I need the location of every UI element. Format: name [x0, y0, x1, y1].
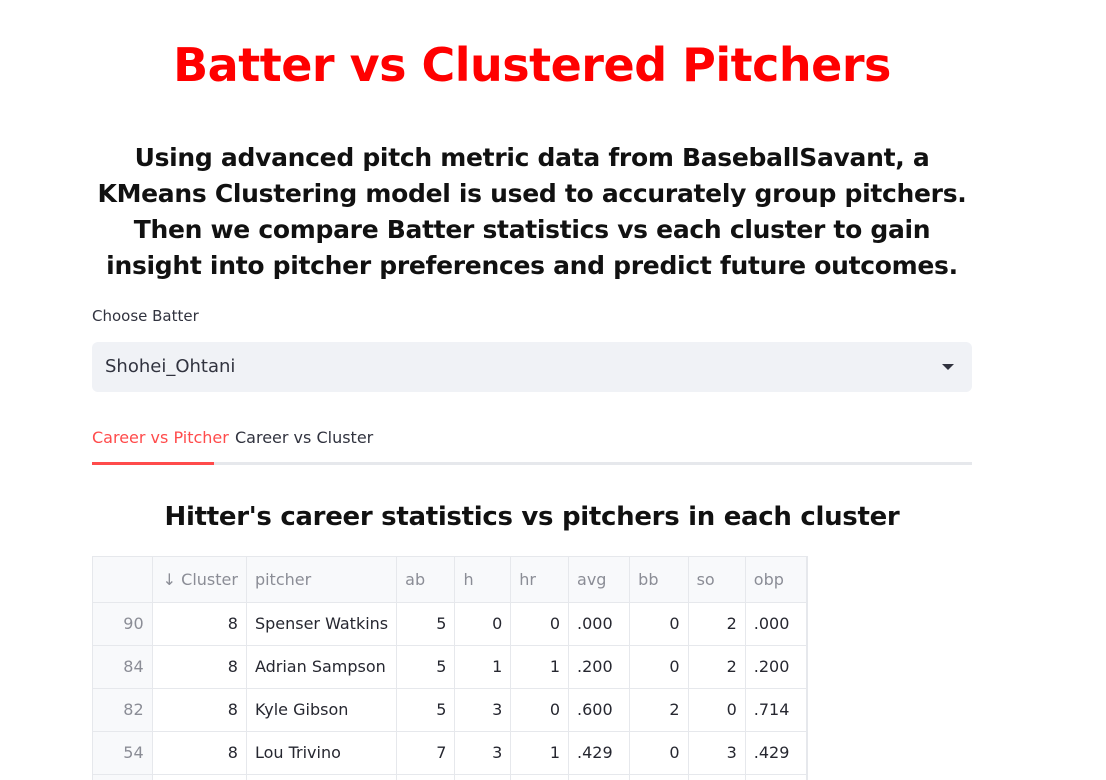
cell-avg[interactable]: .200 — [568, 645, 631, 689]
stats-table: ↓ Cluster pitcher ab h hr avg bb so obp … — [93, 557, 807, 780]
cell-so[interactable] — [688, 774, 746, 780]
cell-obp[interactable]: .714 — [745, 688, 807, 732]
cell-index[interactable]: 54 — [93, 731, 153, 775]
app-page: Batter vs Clustered Pitchers Using advan… — [0, 0, 1106, 780]
table-row: 90 8 Spenser Watkins 5 0 0.000 0 2.000 — [93, 602, 807, 646]
cell-pitcher[interactable]: Spenser Watkins — [246, 602, 398, 646]
tab-career-vs-pitcher[interactable]: Career vs Pitcher — [92, 428, 229, 461]
cell-so[interactable]: 2 — [688, 602, 746, 646]
cell-bb[interactable] — [629, 774, 689, 780]
cell-so[interactable]: 0 — [688, 688, 746, 732]
column-header-cluster[interactable]: ↓ Cluster — [152, 557, 247, 603]
tab-bar: Career vs Pitcher Career vs Cluster — [92, 420, 972, 465]
caret-down-icon — [942, 364, 954, 370]
cell-hr[interactable]: 1 — [510, 731, 570, 775]
cell-avg[interactable]: .000 — [568, 602, 631, 646]
cell-h[interactable]: 3 — [454, 688, 512, 732]
column-header-h[interactable]: h — [454, 557, 512, 603]
cell-obp[interactable]: .200 — [745, 645, 807, 689]
active-tab-indicator — [92, 462, 214, 465]
cell-obp[interactable]: .000 — [745, 602, 807, 646]
cell-pitcher[interactable]: Adrian Sampson — [246, 645, 398, 689]
cell-ab[interactable] — [396, 774, 456, 780]
batter-select-value: Shohei_Ohtani — [105, 356, 236, 377]
batter-select-label: Choose Batter — [92, 307, 199, 325]
tab-career-vs-cluster[interactable]: Career vs Cluster — [235, 428, 373, 461]
cell-so[interactable]: 2 — [688, 645, 746, 689]
table-row: 84 8 Adrian Sampson 5 1 1.200 0 2.200 — [93, 645, 807, 689]
cell-h[interactable]: 0 — [454, 602, 512, 646]
cell-ab[interactable]: 5 — [396, 645, 456, 689]
column-header-index — [93, 557, 153, 603]
batter-select[interactable]: Shohei_Ohtani — [92, 342, 972, 392]
table-row: 54 8 Lou Trivino 7 3 1.429 0 3.429 — [93, 731, 807, 775]
cell-ab[interactable]: 5 — [396, 688, 456, 732]
cell-hr[interactable] — [510, 774, 570, 780]
cell-cluster[interactable]: 8 — [152, 688, 247, 732]
cell-ab[interactable]: 7 — [396, 731, 456, 775]
table-row — [93, 774, 807, 780]
cell-avg[interactable]: .429 — [568, 731, 631, 775]
cell-hr[interactable]: 1 — [510, 645, 570, 689]
cell-avg[interactable]: .600 — [568, 688, 631, 732]
cell-index[interactable] — [93, 774, 153, 780]
cell-cluster[interactable]: 8 — [152, 602, 247, 646]
cell-hr[interactable]: 0 — [510, 602, 570, 646]
page-description: Using advanced pitch metric data from Ba… — [97, 143, 967, 280]
column-header-hr[interactable]: hr — [510, 557, 570, 603]
cell-pitcher[interactable]: Kyle Gibson — [246, 688, 398, 732]
cell-h[interactable] — [454, 774, 512, 780]
cell-bb[interactable]: 0 — [629, 645, 689, 689]
cell-bb[interactable]: 2 — [629, 688, 689, 732]
cell-pitcher[interactable] — [246, 774, 398, 780]
cell-bb[interactable]: 0 — [629, 731, 689, 775]
cell-index[interactable]: 82 — [93, 688, 153, 732]
stats-dataframe[interactable]: ↓ Cluster pitcher ab h hr avg bb so obp … — [92, 556, 808, 780]
cell-cluster[interactable] — [152, 774, 247, 780]
column-header-so[interactable]: so — [688, 557, 746, 603]
table-header-row: ↓ Cluster pitcher ab h hr avg bb so obp — [93, 557, 807, 603]
column-header-ab[interactable]: ab — [396, 557, 456, 603]
cell-avg[interactable] — [568, 774, 631, 780]
cell-hr[interactable]: 0 — [510, 688, 570, 732]
cell-cluster[interactable]: 8 — [152, 645, 247, 689]
column-header-avg[interactable]: avg — [568, 557, 631, 603]
page-title: Batter vs Clustered Pitchers — [173, 38, 891, 92]
cell-obp[interactable]: .429 — [745, 731, 807, 775]
column-header-obp[interactable]: obp — [745, 557, 807, 603]
cell-h[interactable]: 3 — [454, 731, 512, 775]
cell-ab[interactable]: 5 — [396, 602, 456, 646]
column-header-bb[interactable]: bb — [629, 557, 689, 603]
cell-obp[interactable] — [745, 774, 807, 780]
table-body: 90 8 Spenser Watkins 5 0 0.000 0 2.000 84 8 Adrian… — [93, 602, 807, 780]
cell-bb[interactable]: 0 — [629, 602, 689, 646]
cell-index[interactable]: 84 — [93, 645, 153, 689]
column-header-pitcher[interactable]: pitcher — [246, 557, 398, 603]
section-heading: Hitter's career statistics vs pitchers i… — [164, 502, 900, 532]
cell-cluster[interactable]: 8 — [152, 731, 247, 775]
cell-h[interactable]: 1 — [454, 645, 512, 689]
cell-index[interactable]: 90 — [93, 602, 153, 646]
cell-so[interactable]: 3 — [688, 731, 746, 775]
cell-pitcher[interactable]: Lou Trivino — [246, 731, 398, 775]
table-row: 82 8 Kyle Gibson 5 3 0.600 2 0.714 — [93, 688, 807, 732]
